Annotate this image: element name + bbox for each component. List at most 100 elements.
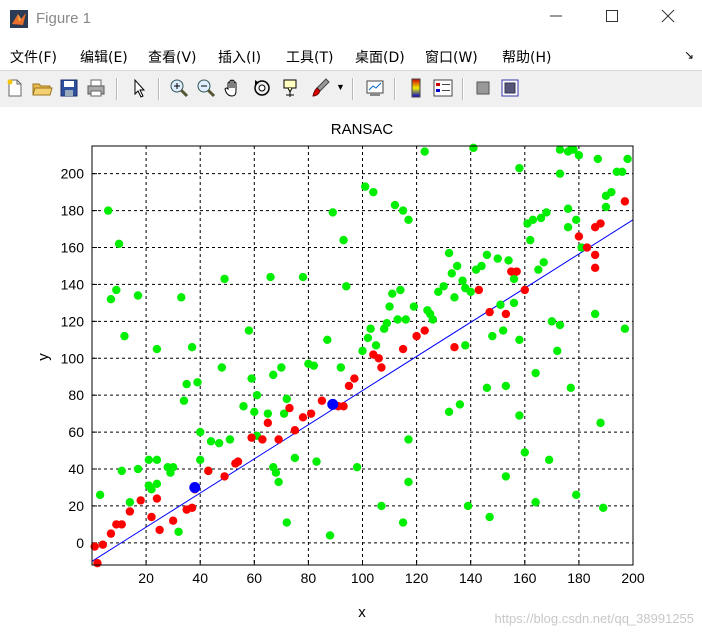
chart-title: RANSAC bbox=[331, 121, 394, 138]
sample-point bbox=[327, 398, 339, 410]
outlier-point bbox=[266, 272, 275, 282]
zoom-in-icon[interactable] bbox=[168, 77, 190, 99]
maximize-icon bbox=[606, 10, 618, 22]
inlier-point bbox=[590, 263, 600, 273]
outlier-point bbox=[463, 501, 473, 511]
outlier-point bbox=[152, 479, 162, 488]
show-plot-tools-icon[interactable] bbox=[499, 77, 521, 99]
menu-file[interactable]: 文件(F) bbox=[10, 47, 57, 67]
outlier-point bbox=[152, 344, 162, 354]
maximize-button[interactable] bbox=[592, 6, 632, 32]
brush-dropdown-icon[interactable]: ▼ bbox=[336, 82, 345, 92]
outlier-point bbox=[247, 374, 256, 383]
outlier-point bbox=[133, 464, 143, 474]
outlier-point bbox=[498, 326, 508, 335]
outlier-point bbox=[220, 274, 229, 284]
outlier-point bbox=[534, 265, 543, 274]
outlier-point bbox=[617, 167, 627, 177]
outlier-point bbox=[404, 215, 413, 225]
menu-dock-arrow-icon[interactable]: ↘ bbox=[684, 48, 694, 62]
points-layer bbox=[90, 143, 632, 568]
menu-help[interactable]: 帮助(H) bbox=[502, 47, 551, 67]
outlier-point bbox=[469, 143, 478, 153]
hide-plot-tools-icon[interactable] bbox=[472, 77, 494, 99]
outlier-point bbox=[493, 254, 502, 263]
outlier-point bbox=[515, 163, 524, 173]
watermark-text: https://blog.csdn.net/qq_38991255 bbox=[494, 611, 695, 626]
outlier-point bbox=[363, 333, 373, 343]
inlier-point bbox=[117, 520, 126, 529]
inlier-point bbox=[298, 413, 308, 422]
outlier-point bbox=[174, 527, 183, 536]
link-plot-icon[interactable] bbox=[364, 77, 386, 99]
outlier-point bbox=[112, 285, 121, 295]
outlier-point bbox=[117, 466, 126, 476]
print-icon[interactable] bbox=[85, 77, 107, 99]
figure-canvas[interactable]: RANSAC 20 40 60 80 100 120 140 160 180 200 0 20 40 60… bbox=[0, 107, 702, 634]
outlier-point bbox=[239, 402, 248, 411]
rotate-3d-icon[interactable] bbox=[251, 77, 273, 99]
outlier-point bbox=[298, 272, 308, 282]
minimize-icon bbox=[550, 15, 562, 17]
x-axis-label: x bbox=[358, 604, 366, 621]
outlier-point bbox=[404, 477, 413, 487]
outlier-point bbox=[244, 326, 254, 335]
legend-icon[interactable] bbox=[432, 77, 454, 99]
outlier-point bbox=[563, 223, 573, 232]
x-tick-label: 180 bbox=[567, 570, 591, 586]
inlier-point bbox=[398, 344, 408, 354]
menu-tools[interactable]: 工具(T) bbox=[286, 47, 333, 67]
grid-layer bbox=[92, 146, 633, 565]
close-button[interactable] bbox=[648, 6, 688, 32]
menu-edit[interactable]: 编辑(E) bbox=[80, 47, 128, 67]
outlier-point bbox=[120, 331, 129, 341]
pointer-icon[interactable] bbox=[128, 77, 150, 99]
y-axis-label: y bbox=[35, 353, 52, 361]
menu-window[interactable]: 窗口(W) bbox=[425, 47, 478, 67]
fit-line-layer bbox=[91, 219, 634, 562]
open-folder-icon[interactable] bbox=[31, 77, 53, 99]
y-tick-label: 160 bbox=[61, 240, 85, 256]
inlier-point bbox=[258, 435, 267, 444]
outlier-point bbox=[409, 302, 419, 311]
inlier-point bbox=[247, 433, 256, 442]
inlier-point bbox=[420, 326, 429, 335]
toolbar-separator bbox=[352, 78, 354, 100]
inlier-point bbox=[377, 363, 386, 372]
x-tick-label: 120 bbox=[405, 570, 429, 586]
outlier-point bbox=[352, 462, 362, 472]
brush-icon[interactable] bbox=[310, 77, 332, 99]
outlier-point bbox=[547, 317, 557, 326]
outlier-point bbox=[371, 341, 381, 350]
minimize-button[interactable] bbox=[536, 6, 576, 32]
outlier-point bbox=[214, 438, 224, 448]
pan-hand-icon[interactable] bbox=[222, 77, 244, 99]
menu-insert[interactable]: 插入(I) bbox=[218, 47, 261, 67]
menu-view[interactable]: 查看(V) bbox=[148, 47, 197, 67]
outlier-point bbox=[528, 215, 538, 225]
inlier-point bbox=[125, 507, 135, 516]
outlier-point bbox=[504, 256, 513, 265]
inlier-point bbox=[98, 540, 108, 549]
inlier-point bbox=[344, 381, 354, 391]
outlier-point bbox=[477, 261, 486, 271]
zoom-out-icon[interactable] bbox=[195, 77, 217, 99]
inlier-point bbox=[450, 342, 459, 352]
menu-desktop[interactable]: 桌面(D) bbox=[355, 47, 405, 67]
outlier-point bbox=[133, 291, 143, 300]
data-cursor-icon[interactable] bbox=[280, 77, 302, 99]
colorbar-icon[interactable] bbox=[405, 77, 427, 99]
outlier-point bbox=[225, 435, 235, 444]
inlier-point bbox=[106, 529, 116, 538]
outlier-point bbox=[555, 169, 565, 178]
outlier-point bbox=[482, 383, 492, 393]
new-file-icon[interactable] bbox=[4, 77, 26, 99]
scatter-chart[interactable]: RANSAC 20 40 60 80 100 120 140 160 180 200 0 20 40 60… bbox=[0, 107, 702, 634]
inlier-point bbox=[220, 472, 229, 481]
outlier-point bbox=[404, 435, 413, 444]
inlier-point bbox=[317, 396, 327, 405]
outlier-point bbox=[555, 145, 565, 154]
save-icon[interactable] bbox=[58, 77, 80, 99]
x-tick-label: 80 bbox=[301, 570, 317, 586]
outlier-point bbox=[104, 206, 113, 215]
